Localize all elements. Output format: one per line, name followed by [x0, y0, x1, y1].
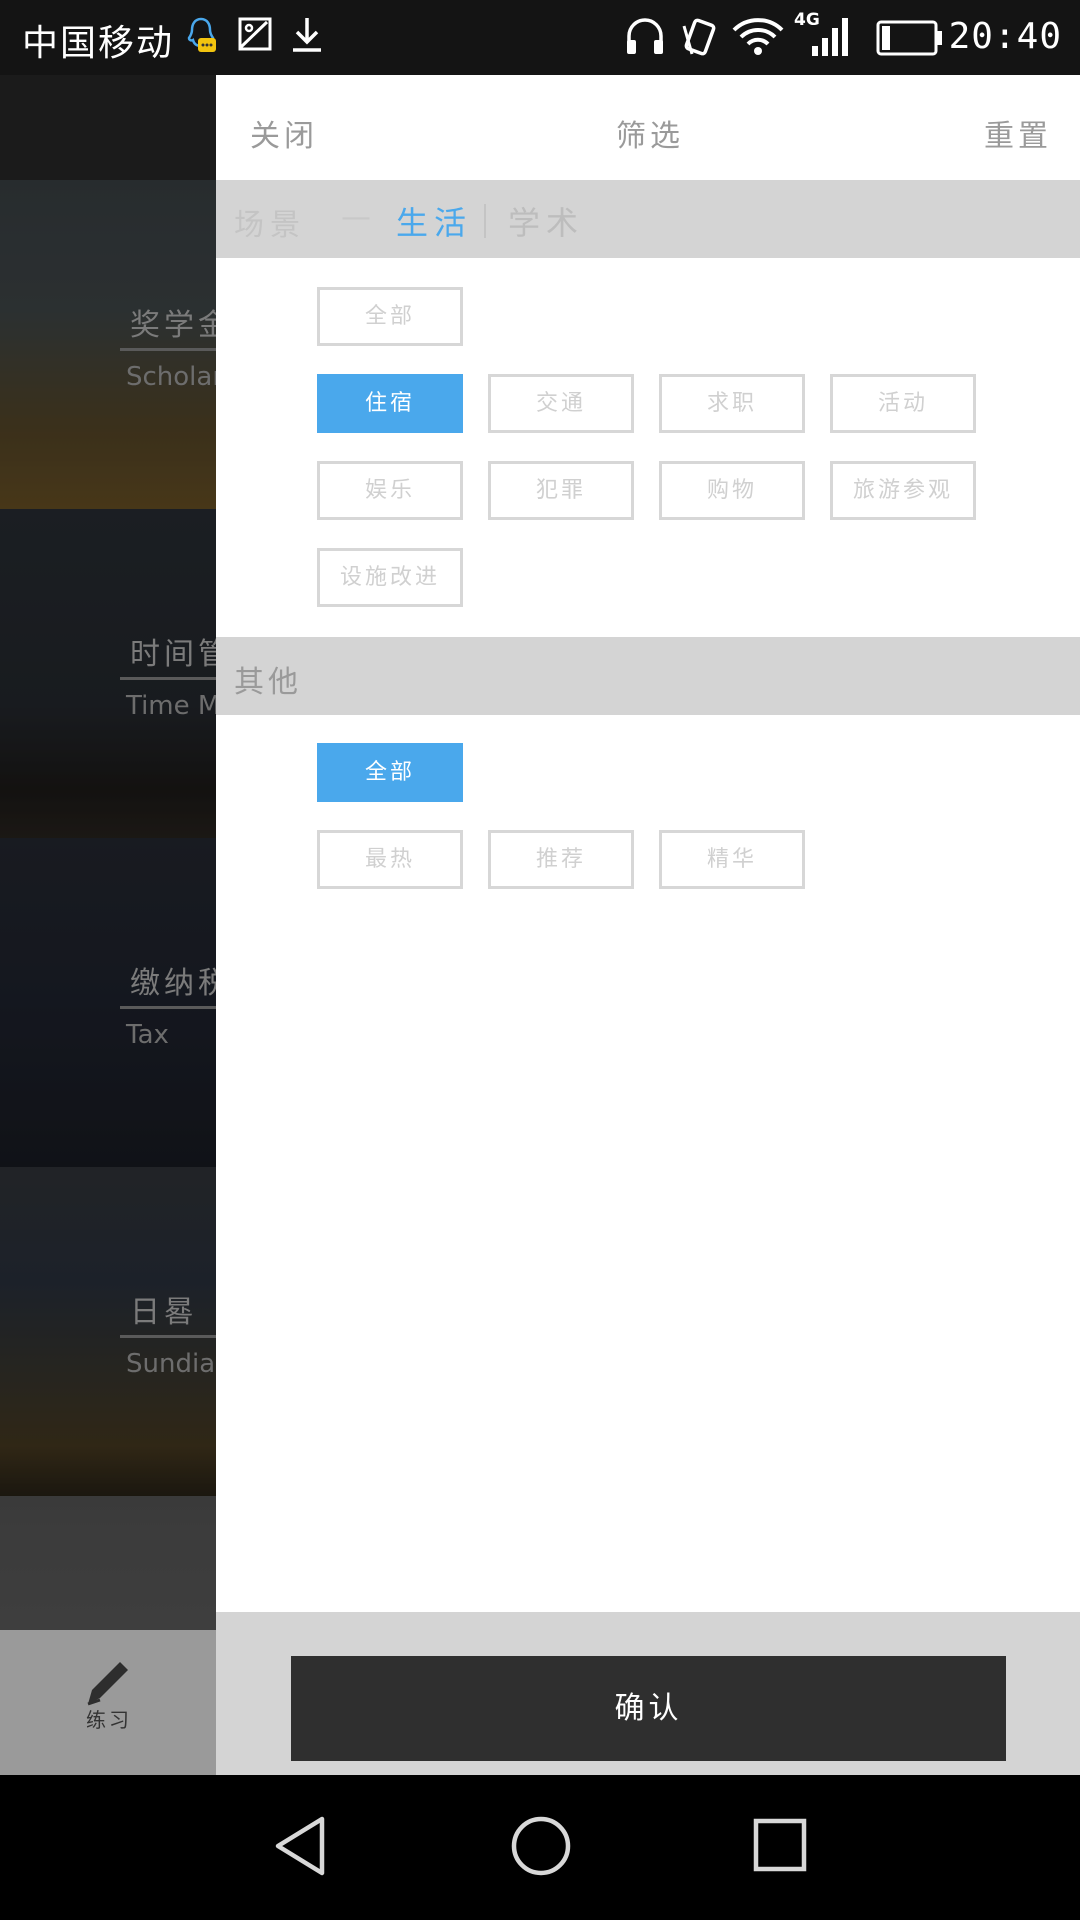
filter-chip-accommodation[interactable]: 住宿 — [317, 374, 463, 433]
status-bar: 中国移动 4G 20:40 — [0, 0, 1080, 75]
filter-chip-activity[interactable]: 活动 — [830, 374, 976, 433]
drawer-title: 筛选 — [616, 119, 684, 154]
other-label: 其他 — [234, 665, 302, 700]
filter-chip-crime[interactable]: 犯罪 — [488, 461, 634, 520]
confirm-button[interactable]: 确认 — [291, 1656, 1006, 1761]
vibrate-icon — [680, 16, 720, 62]
system-nav-bar — [0, 1775, 1080, 1920]
filter-chip-other-all[interactable]: 全部 — [317, 743, 463, 802]
filter-chip-featured[interactable]: 精华 — [659, 830, 805, 889]
wifi-icon — [730, 16, 786, 60]
reset-button[interactable]: 重置 — [984, 111, 1052, 155]
image-icon — [237, 16, 273, 56]
close-button[interactable]: 关闭 — [250, 111, 318, 155]
filter-drawer: 关闭 筛选 重置 场景 — 生活 学术 全部 住宿 交通 求职 活动 娱乐 犯罪… — [216, 75, 1080, 1775]
headphones-icon — [624, 16, 666, 60]
other-section-bar: 其他 — [216, 637, 1080, 715]
scene-dash: — — [341, 200, 371, 235]
segment-divider — [484, 204, 486, 238]
carrier-label: 中国移动 — [22, 23, 175, 64]
drawer-footer: 确认 — [216, 1612, 1080, 1775]
home-icon[interactable] — [510, 1815, 572, 1881]
signal-icon — [808, 16, 854, 62]
filter-chip-entertainment[interactable]: 娱乐 — [317, 461, 463, 520]
segment-life[interactable]: 生活 — [396, 198, 472, 244]
overlay-scrim[interactable] — [0, 75, 216, 1775]
background-lesson-list: 奖学金 Scholarship 时间管理 Time Management 缴纳税… — [0, 75, 216, 1775]
filter-chip-facility-improvement[interactable]: 设施改进 — [317, 548, 463, 607]
filter-chip-shopping[interactable]: 购物 — [659, 461, 805, 520]
filter-chip-job-hunting[interactable]: 求职 — [659, 374, 805, 433]
drawer-header: 关闭 筛选 重置 — [216, 75, 1080, 180]
filter-chip-recommended[interactable]: 推荐 — [488, 830, 634, 889]
segment-academic[interactable]: 学术 — [508, 198, 584, 244]
recents-icon[interactable] — [752, 1817, 808, 1877]
filter-chip-all[interactable]: 全部 — [317, 287, 463, 346]
battery-icon — [876, 20, 944, 60]
filter-chip-hottest[interactable]: 最热 — [317, 830, 463, 889]
qq-icon — [184, 16, 218, 60]
clock: 20:40 — [948, 16, 1062, 57]
filter-chip-transport[interactable]: 交通 — [488, 374, 634, 433]
download-icon — [290, 16, 324, 58]
filter-chip-sightseeing[interactable]: 旅游参观 — [830, 461, 976, 520]
tab-practice-label: 练习 — [86, 1708, 132, 1732]
tab-practice[interactable]: 练习 — [0, 1630, 216, 1775]
scene-section-bar: 场景 — 生活 学术 — [216, 180, 1080, 258]
scene-label: 场景 — [234, 208, 306, 243]
back-icon[interactable] — [272, 1815, 328, 1881]
